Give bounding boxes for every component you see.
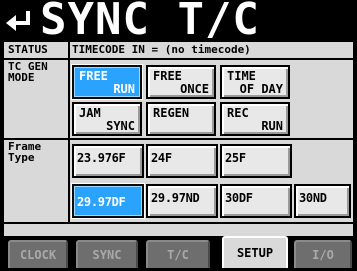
frame-type-label: Frame Type [8, 141, 66, 163]
time-of-day-button[interactable]: TIME OF DAY [220, 65, 290, 99]
regen-button[interactable]: REGEN [146, 102, 216, 136]
button-label: FREE [79, 69, 108, 83]
label-line: Type [8, 151, 35, 164]
divider [68, 140, 70, 222]
tab-sync[interactable]: SYNC [76, 240, 138, 268]
button-label: 24F [151, 151, 172, 165]
frame-25f-button[interactable]: 25F [220, 144, 292, 178]
tab-label: I/O [312, 248, 334, 262]
frame-30df-button[interactable]: 30DF [220, 184, 292, 218]
frame-2997df-button[interactable]: 29.97DF [72, 184, 144, 218]
free-run-button[interactable]: FREE RUN [72, 65, 142, 99]
header: SYNC T/C [0, 0, 357, 45]
rec-run-button[interactable]: REC RUN [220, 102, 290, 136]
free-once-button[interactable]: FREE ONCE [146, 65, 216, 99]
tc-gen-mode-label: TC GEN MODE [8, 61, 66, 83]
button-label: 29.97ND [151, 191, 200, 205]
button-label: REC [227, 106, 249, 120]
status-value: TIMECODE IN = (no timecode) [72, 43, 251, 56]
status-label: STATUS [8, 43, 48, 56]
frame-24f-button[interactable]: 24F [146, 144, 218, 178]
jam-sync-button[interactable]: JAM SYNC [72, 102, 142, 136]
tab-io[interactable]: I/O [294, 240, 352, 268]
button-label: 30DF [225, 191, 253, 205]
tab-bar: CLOCK SYNC T/C SETUP I/O [0, 236, 357, 271]
button-label: 25F [225, 151, 246, 165]
status-row: STATUS TIMECODE IN = (no timecode) [4, 42, 353, 58]
button-label: JAM [79, 106, 101, 120]
button-label: 29.97DF [77, 195, 126, 209]
button-label: ONCE [180, 82, 209, 96]
divider [68, 60, 70, 138]
frame-30nd-button[interactable]: 30ND [294, 184, 351, 218]
frame-2997nd-button[interactable]: 29.97ND [146, 184, 218, 218]
tc-gen-mode-section: TC GEN MODE FREE RUN FREE ONCE TIME OF D… [4, 60, 353, 138]
back-button[interactable] [3, 6, 35, 36]
tab-clock[interactable]: CLOCK [8, 240, 68, 268]
divider [68, 42, 70, 58]
tab-label: SYNC [92, 248, 122, 262]
label-line: MODE [8, 71, 35, 84]
frame-23976f-button[interactable]: 23.976F [72, 144, 144, 178]
tab-setup[interactable]: SETUP [222, 236, 288, 268]
sync-tc-screen: SYNC T/C STATUS TIMECODE IN = (no timeco… [0, 0, 357, 271]
button-label: 23.976F [77, 151, 126, 165]
frame-type-section: Frame Type 23.976F 24F 25F 29.97DF 29.97… [4, 140, 353, 222]
tab-label: CLOCK [19, 248, 57, 262]
button-label: RUN [261, 119, 283, 133]
button-label: REGEN [153, 106, 190, 120]
button-label: FREE [153, 69, 182, 83]
button-label: 30ND [299, 191, 327, 205]
button-label: SYNC [106, 119, 135, 133]
button-label: RUN [113, 82, 135, 96]
tab-tc[interactable]: T/C [146, 240, 210, 268]
tab-label: SETUP [236, 246, 274, 260]
return-arrow-icon [6, 11, 30, 31]
empty-row [4, 224, 353, 236]
page-title: SYNC T/C [40, 0, 260, 45]
tab-label: T/C [167, 248, 189, 262]
button-label: OF DAY [239, 82, 283, 96]
